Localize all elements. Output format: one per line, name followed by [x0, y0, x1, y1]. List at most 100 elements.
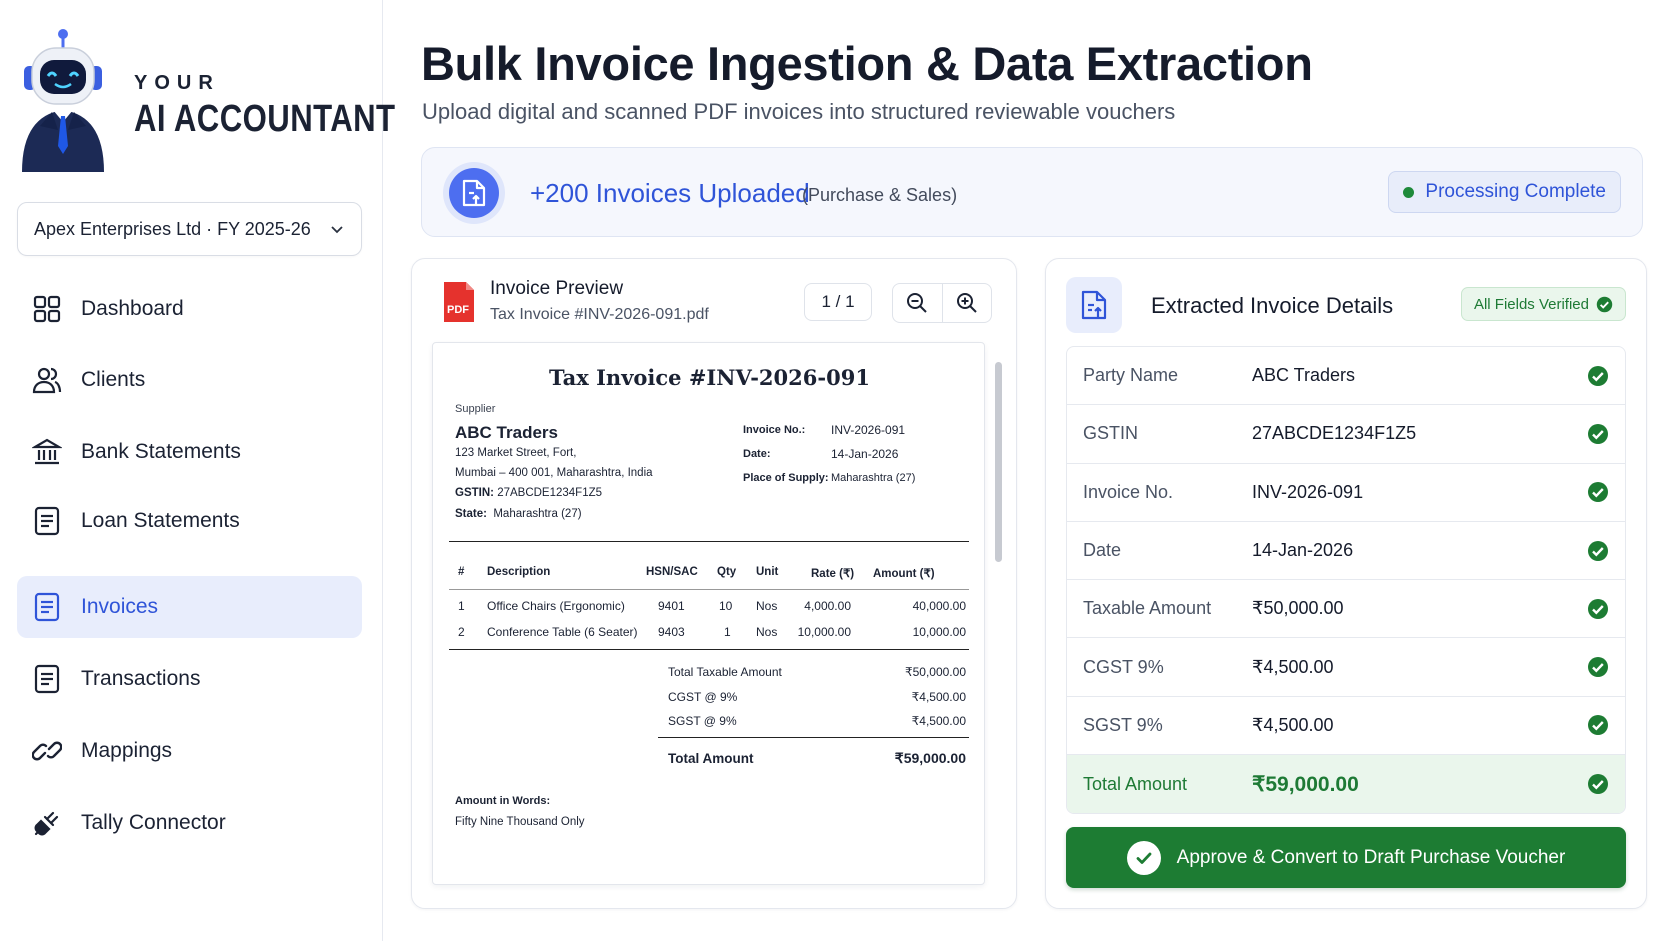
- page-subtitle: Upload digital and scanned PDF invoices …: [422, 99, 1176, 124]
- chevron-down-icon: [331, 226, 343, 234]
- verified-badge: All Fields Verified: [1460, 287, 1626, 321]
- doc-divider: [449, 589, 969, 590]
- preview-scrollbar[interactable]: [995, 362, 1002, 562]
- document-icon: [31, 591, 63, 623]
- sidebar-item-label: Bank Statements: [81, 440, 241, 463]
- field-row-invoice-no[interactable]: Invoice No. INV-2026-091: [1067, 464, 1625, 522]
- doc-total-label: Total Taxable Amount: [668, 665, 782, 679]
- table-cell: 10: [719, 599, 733, 613]
- preview-file-name: Tax Invoice #INV-2026-091.pdf: [490, 306, 709, 323]
- doc-gstin-value: 27ABCDE1234F1Z5: [497, 487, 603, 499]
- brand-logo[interactable]: YOUR AI ACCOUNTANT: [18, 26, 395, 176]
- check-icon: [1126, 840, 1161, 875]
- check-circle-icon: [1588, 540, 1608, 561]
- doc-meta-label: Date:: [743, 448, 771, 460]
- field-row-sgst[interactable]: SGST 9% ₹4,500.00: [1067, 697, 1625, 756]
- doc-title: Tax Invoice #INV-2026-091: [549, 365, 870, 390]
- doc-state-value: Maharashtra (27): [493, 508, 582, 520]
- doc-address-line-1: 123 Market Street, Fort,: [455, 447, 577, 459]
- doc-divider: [449, 541, 969, 542]
- preview-title: Invoice Preview: [490, 278, 624, 299]
- doc-meta-label: Place of Supply:: [743, 472, 829, 484]
- doc-gstin-label: GSTIN:: [455, 487, 494, 499]
- check-circle-icon: [1588, 774, 1608, 795]
- sidebar-item-loan-statements[interactable]: Loan Statements: [17, 490, 362, 552]
- sidebar-item-label: Mappings: [81, 739, 173, 762]
- sidebar-item-label: Transactions: [81, 667, 201, 690]
- check-circle-icon: [1596, 296, 1613, 312]
- sidebar-item-mappings[interactable]: Mappings: [17, 720, 362, 782]
- table-cell: 40,000.00: [912, 599, 966, 613]
- approve-convert-button[interactable]: Approve & Convert to Draft Purchase Vouc…: [1066, 827, 1626, 888]
- zoom-out-button[interactable]: [893, 284, 942, 322]
- bank-icon: [31, 436, 63, 468]
- verified-badge-text: All Fields Verified: [1473, 295, 1589, 313]
- field-value: 27ABCDE1234F1Z5: [1252, 423, 1417, 444]
- company-fy-selector[interactable]: Apex Enterprises Ltd · FY 2025-26: [17, 202, 362, 256]
- sidebar-item-tally-connector[interactable]: Tally Connector: [17, 792, 362, 854]
- field-label: Party Name: [1083, 365, 1179, 386]
- table-cell: Office Chairs (Ergonomic): [487, 599, 625, 613]
- doc-total-label: CGST @ 9%: [668, 690, 738, 704]
- field-value: 14-Jan-2026: [1252, 540, 1354, 561]
- table-cell: Nos: [756, 625, 778, 639]
- doc-gstin: GSTIN: 27ABCDE1234F1Z5: [455, 487, 602, 499]
- field-row-gstin[interactable]: GSTIN 27ABCDE1234F1Z5: [1067, 405, 1625, 464]
- table-header: Description: [487, 566, 551, 578]
- table-cell: 1: [724, 625, 731, 639]
- page-indicator[interactable]: 1 / 1: [804, 283, 872, 321]
- brand-line-1: YOUR: [134, 72, 220, 94]
- doc-grand-total-value: ₹59,000.00: [894, 750, 966, 766]
- check-circle-icon: [1588, 598, 1608, 619]
- sidebar-item-bank-statements[interactable]: Bank Statements: [17, 421, 362, 483]
- doc-supplier-name: ABC Traders: [455, 423, 558, 442]
- field-label: CGST 9%: [1083, 656, 1164, 677]
- field-row-date[interactable]: Date 14-Jan-2026: [1067, 522, 1625, 581]
- table-cell: 9403: [658, 625, 685, 639]
- field-label: Taxable Amount: [1083, 598, 1212, 619]
- field-value: ₹50,000.00: [1252, 598, 1344, 619]
- zoom-controls: [892, 283, 992, 323]
- field-row-taxable-amount[interactable]: Taxable Amount ₹50,000.00: [1067, 580, 1625, 639]
- sidebar-item-label: Tally Connector: [81, 811, 226, 834]
- sidebar-item-transactions[interactable]: Transactions: [17, 648, 362, 710]
- status-dot-icon: [1403, 186, 1415, 198]
- pdf-badge-text: PDF: [447, 304, 469, 316]
- doc-total-value: ₹4,500.00: [911, 690, 966, 704]
- field-row-total-amount[interactable]: Total Amount ₹59,000.00: [1067, 755, 1625, 814]
- field-row-cgst[interactable]: CGST 9% ₹4,500.00: [1067, 638, 1625, 697]
- field-value: ABC Traders: [1252, 365, 1356, 386]
- field-value: ₹4,500.00: [1252, 714, 1334, 735]
- sidebar-item-label: Clients: [81, 368, 146, 391]
- table-cell: Conference Table (6 Seater): [487, 625, 638, 639]
- sidebar-item-label: Dashboard: [81, 297, 184, 320]
- table-cell: 9401: [658, 599, 685, 613]
- field-value: ₹59,000.00: [1252, 772, 1359, 796]
- doc-total-value: ₹4,500.00: [911, 714, 966, 728]
- invoice-preview-card: PDF Invoice Preview Tax Invoice #INV-202…: [411, 258, 1017, 909]
- grid-icon: [31, 293, 63, 325]
- sidebar: YOUR AI ACCOUNTANT Apex Enterprises Ltd …: [0, 0, 395, 941]
- doc-meta-value: 14-Jan-2026: [831, 447, 899, 461]
- users-icon: [31, 364, 63, 396]
- field-row-party-name[interactable]: Party Name ABC Traders: [1067, 347, 1625, 406]
- table-cell: 4,000.00: [804, 599, 851, 613]
- zoom-in-icon: [956, 293, 977, 313]
- extracted-details-card: Extracted Invoice Details All Fields Ver…: [1045, 258, 1647, 909]
- doc-grand-total-label: Total Amount: [668, 751, 754, 766]
- zoom-in-button[interactable]: [941, 284, 991, 322]
- table-cell: 10,000.00: [912, 625, 966, 639]
- sidebar-item-clients[interactable]: Clients: [17, 349, 362, 411]
- sidebar-item-label: Invoices: [81, 595, 159, 618]
- approve-convert-label: Approve & Convert to Draft Purchase Vouc…: [1176, 846, 1566, 868]
- pdf-file-icon: PDF: [444, 282, 474, 322]
- doc-divider: [449, 649, 969, 650]
- field-label: Date: [1083, 540, 1122, 561]
- document-icon: [31, 663, 63, 695]
- check-circle-icon: [1588, 715, 1608, 736]
- invoice-document[interactable]: Tax Invoice #INV-2026-091 Supplier ABC T…: [432, 342, 985, 885]
- check-circle-icon: [1588, 423, 1608, 444]
- sidebar-item-invoices[interactable]: Invoices: [17, 576, 362, 638]
- sidebar-item-dashboard[interactable]: Dashboard: [17, 278, 362, 340]
- upload-icon[interactable]: [443, 162, 505, 224]
